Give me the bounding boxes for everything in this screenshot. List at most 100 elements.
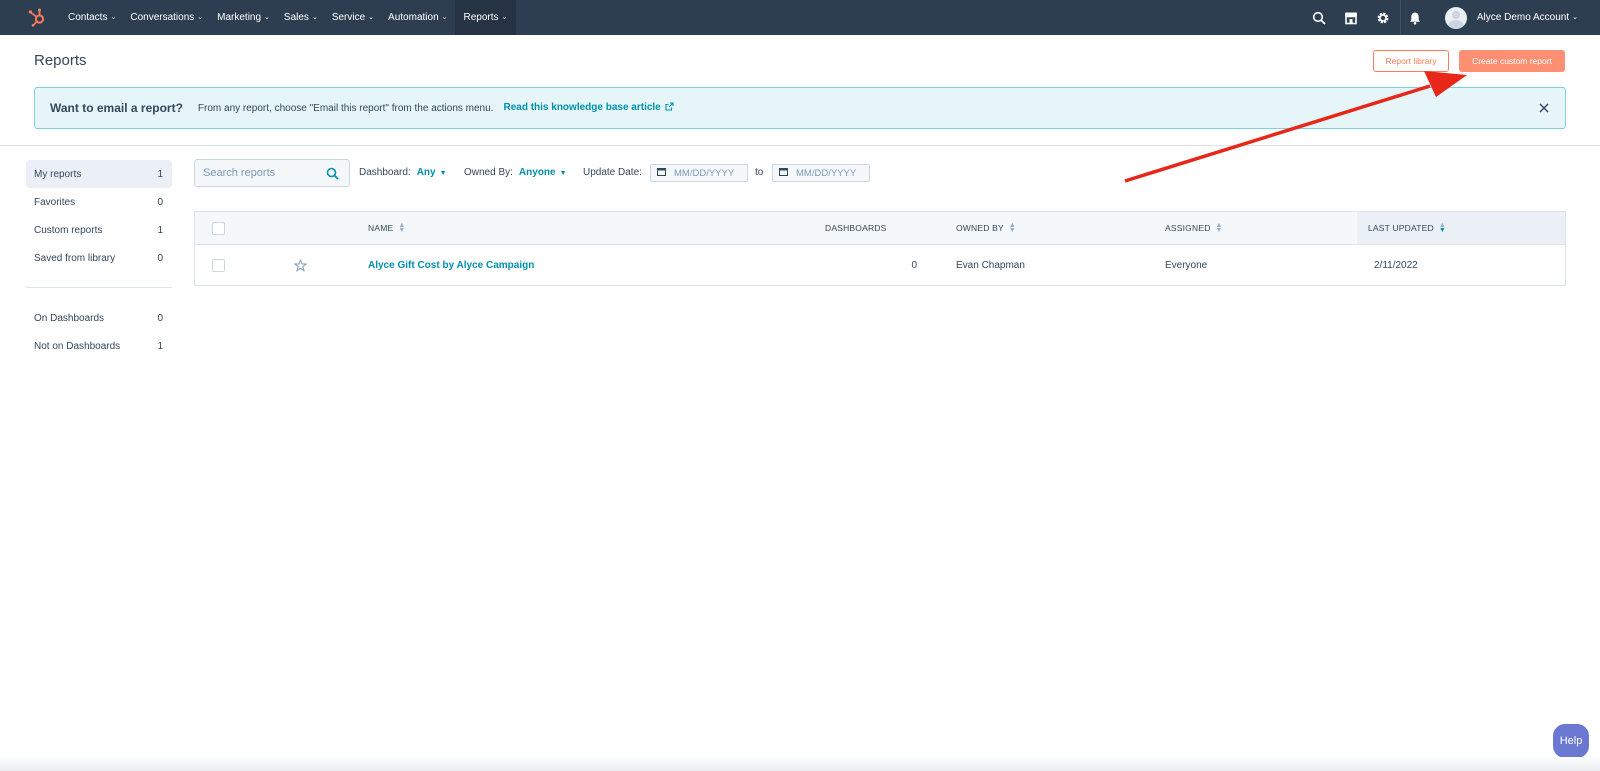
reports-table: NAME ▲ ▼ DASHBOARDS OWNED BY ▲ ▼ ASSIGNED ▲ ▼ … — [194, 211, 1566, 286]
select-all-checkbox-cell — [212, 212, 225, 244]
sidebar-item-label: On Dashboards — [34, 312, 105, 324]
sort-descending-icon: ▲ ▼ — [1438, 222, 1446, 234]
nav-contacts-label: Contacts — [68, 12, 108, 23]
column-header-owned-by[interactable]: OWNED BY ▲ ▼ — [956, 212, 1016, 244]
sidebar-item-not-on-dashboards[interactable]: Not on Dashboards 1 — [26, 332, 172, 360]
column-header-name[interactable]: NAME ▲ ▼ — [368, 212, 406, 244]
notifications-icon[interactable] — [1399, 0, 1431, 35]
reports-sidebar: My reports 1 Favorites 0 Custom reports 1 S… — [26, 160, 172, 360]
sidebar-item-on-dashboards[interactable]: On Dashboards 0 — [26, 304, 172, 332]
dashboard-filter[interactable]: Dashboard: Any ▼ — [359, 167, 447, 178]
search-input[interactable]: Search reports — [194, 159, 350, 187]
dashboard-filter-label: Dashboard: — [359, 167, 411, 178]
hubspot-logo-icon[interactable] — [27, 7, 47, 27]
report-library-button[interactable]: Report library — [1373, 50, 1449, 72]
sidebar-item-my-reports[interactable]: My reports 1 — [26, 160, 172, 188]
report-owner: Evan Chapman — [956, 259, 1025, 271]
top-navigation: Contacts ⌄ Conversations ⌄ Marketing ⌄ Sale… — [0, 0, 1600, 35]
nav-conversations-label: Conversations — [130, 12, 195, 23]
nav-conversations[interactable]: Conversations ⌄ — [123, 0, 210, 35]
nav-service[interactable]: Service ⌄ — [325, 0, 381, 35]
report-name-link[interactable]: Alyce Gift Cost by Alyce Campaign — [368, 245, 534, 285]
sidebar-item-count: 0 — [157, 252, 163, 264]
external-link-icon — [665, 102, 674, 114]
table-row[interactable]: Alyce Gift Cost by Alyce Campaign 0 Evan… — [195, 245, 1565, 285]
sidebar-item-label: Saved from library — [34, 252, 116, 264]
nav-automation[interactable]: Automation ⌄ — [381, 0, 454, 35]
column-header-last-updated[interactable]: LAST UPDATED ▲ ▼ — [1357, 212, 1565, 244]
sidebar-item-label: Not on Dashboards — [34, 340, 121, 352]
knowledge-base-link-label: Read this knowledge base article — [503, 102, 661, 113]
avatar — [1444, 6, 1467, 29]
column-header-label: OWNED BY — [956, 223, 1004, 233]
date-to-placeholder: MM/DD/YYYY — [796, 167, 857, 179]
nav-marketing[interactable]: Marketing ⌄ — [210, 0, 277, 35]
row-checkbox-cell — [212, 245, 225, 285]
update-date-label: Update Date: — [583, 167, 642, 178]
account-menu[interactable]: Alyce Demo Account ⌄ — [1444, 6, 1578, 29]
sidebar-item-favorites[interactable]: Favorites 0 — [26, 188, 172, 216]
account-name: Alyce Demo Account — [1476, 12, 1570, 23]
sort-icon: ▲ ▼ — [398, 222, 406, 234]
knowledge-base-link[interactable]: Read this knowledge base article — [503, 102, 674, 114]
dashboard-filter-value: Any — [416, 167, 436, 178]
banner-title: Want to email a report? — [50, 101, 183, 115]
nav-sales-label: Sales — [283, 12, 309, 23]
owned-by-filter[interactable]: Owned By: Anyone ▼ — [464, 167, 567, 178]
date-from-placeholder: MM/DD/YYYY — [674, 167, 735, 179]
column-header-dashboards: DASHBOARDS — [825, 212, 887, 244]
chevron-down-icon: ⌄ — [264, 13, 270, 21]
search-icon[interactable] — [1303, 0, 1335, 35]
sidebar-item-count: 0 — [157, 312, 163, 324]
nav-service-label: Service — [331, 12, 366, 23]
sidebar-item-count: 1 — [157, 224, 163, 236]
nav-contacts[interactable]: Contacts ⌄ — [61, 0, 123, 35]
chevron-down-icon: ⌄ — [1572, 13, 1578, 21]
report-dashboards-count: 0 — [911, 259, 917, 271]
column-header-assigned[interactable]: ASSIGNED ▲ ▼ — [1165, 212, 1223, 244]
nav-marketing-label: Marketing — [217, 12, 262, 23]
page-title: Reports — [34, 52, 87, 69]
owned-by-filter-value: Anyone — [518, 167, 556, 178]
main-menu: Contacts ⌄ Conversations ⌄ Marketing ⌄ Sale… — [61, 0, 517, 35]
star-icon[interactable] — [294, 245, 307, 285]
create-custom-report-button[interactable]: Create custom report — [1459, 50, 1565, 72]
header-divider — [0, 145, 1600, 146]
date-from-field[interactable]: MM/DD/YYYY — [650, 164, 748, 182]
sidebar-item-count: 0 — [157, 196, 163, 208]
sidebar-item-custom-reports[interactable]: Custom reports 1 — [26, 216, 172, 244]
sort-icon: ▲ ▼ — [1008, 222, 1017, 234]
chevron-down-icon: ⌄ — [110, 13, 117, 21]
calendar-icon — [779, 167, 788, 179]
select-all-checkbox[interactable] — [212, 221, 225, 235]
help-button[interactable]: Help — [1553, 724, 1589, 758]
row-checkbox[interactable] — [212, 258, 225, 272]
sidebar-item-label: Favorites — [34, 196, 76, 208]
settings-icon[interactable] — [1367, 0, 1399, 35]
chevron-down-icon: ⌄ — [501, 13, 508, 21]
nav-reports-label: Reports — [463, 12, 499, 23]
sidebar-item-label: My reports — [34, 168, 82, 180]
close-icon[interactable] — [1537, 101, 1551, 115]
column-header-label: LAST UPDATED — [1368, 223, 1434, 233]
sidebar-item-label: Custom reports — [34, 224, 103, 236]
sort-icon: ▲ ▼ — [1215, 222, 1223, 234]
date-range-to-label: to — [755, 167, 764, 178]
report-assigned: Everyone — [1165, 259, 1208, 271]
marketplace-icon[interactable] — [1335, 0, 1367, 35]
nav-utilities: Alyce Demo Account ⌄ — [1303, 0, 1600, 35]
owned-by-filter-label: Owned By: — [464, 167, 513, 178]
sidebar-item-saved-from-library[interactable]: Saved from library 0 — [26, 244, 172, 272]
nav-reports[interactable]: Reports ⌄ — [454, 0, 517, 35]
nav-sales[interactable]: Sales ⌄ — [277, 0, 325, 35]
search-icon[interactable] — [326, 167, 339, 183]
date-to-field[interactable]: MM/DD/YYYY — [772, 164, 870, 182]
sidebar-item-count: 1 — [157, 340, 163, 352]
caret-down-icon: ▼ — [559, 170, 567, 177]
email-report-banner: Want to email a report? From any report,… — [34, 87, 1566, 129]
sidebar-divider — [26, 287, 172, 288]
chevron-down-icon: ⌄ — [197, 13, 204, 21]
column-header-label: NAME — [368, 223, 394, 233]
table-header: NAME ▲ ▼ DASHBOARDS OWNED BY ▲ ▼ ASSIGNED ▲ ▼ … — [195, 212, 1565, 245]
chevron-down-icon: ⌄ — [311, 13, 318, 21]
